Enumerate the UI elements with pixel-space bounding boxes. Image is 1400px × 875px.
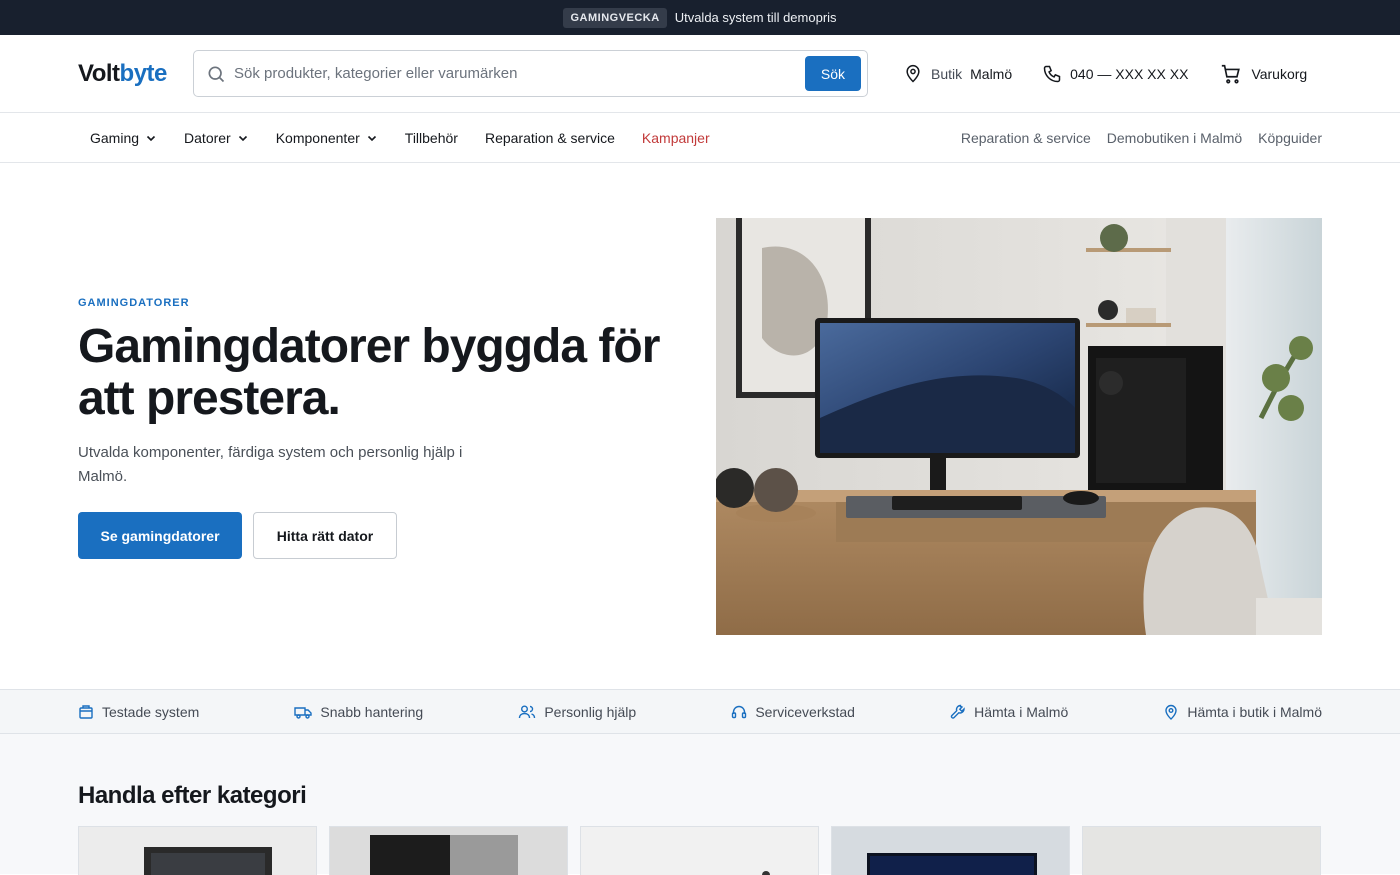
nav-item-label: Kampanjer [641, 129, 710, 146]
chevron-down-icon [146, 135, 156, 141]
category-card[interactable] [329, 826, 568, 875]
feature-label: Testade system [102, 703, 200, 720]
map-pin-icon [906, 64, 920, 83]
box-icon [79, 704, 93, 719]
site-header: Voltbyte Sök Butik Malmö 040 — XXX XX XX… [0, 35, 1400, 113]
feature-label: Personlig hjälp [544, 703, 637, 720]
hero-title: Gamingdatorer byggda för att prestera. [78, 320, 660, 425]
store-link[interactable]: Butik Malmö [903, 64, 1012, 84]
category-card[interactable] [78, 826, 317, 875]
nav-item-gaming[interactable]: Gaming [90, 130, 157, 146]
categories-section: Handla efter kategori [0, 734, 1400, 875]
feature-label: Hämta i butik i Malmö [1187, 703, 1322, 720]
nav-item-label: Reparation & service [484, 129, 615, 146]
nav-item-tillbehor[interactable]: Tillbehör [405, 130, 458, 146]
chevron-down-icon [367, 135, 376, 141]
nav-item-reparation[interactable]: Reparation & service [485, 130, 615, 146]
search-icon [208, 66, 225, 82]
nav-item-datorer[interactable]: Datorer [184, 130, 249, 146]
nav-item-label: Gaming [90, 129, 140, 146]
announcement-message[interactable]: Utvalda system till demopris [675, 10, 837, 25]
phone-number: 040 — XXX XX XX [1070, 65, 1189, 82]
feature-service-workshop: Serviceverkstad [731, 704, 855, 720]
search-input[interactable] [234, 65, 805, 82]
announcement-bar: GAMINGVECKA Utvalda system till demopris [0, 0, 1400, 35]
phone-icon [1043, 65, 1061, 82]
feature-personal-help: Personlig hjälp [518, 704, 636, 720]
search-bar: Sök [193, 50, 868, 97]
feature-pickup-store: Hämta i butik i Malmö [1163, 704, 1322, 720]
nav-link-demobutiken[interactable]: Demobutiken i Malmö [1107, 130, 1242, 146]
main-nav: Gaming Datorer Komponenter Tillbehör Rep… [0, 113, 1400, 163]
category-card[interactable] [831, 826, 1070, 875]
see-gaming-pcs-button[interactable]: Se gamingdatorer [78, 512, 242, 559]
logo[interactable]: Voltbyte [78, 60, 193, 88]
nav-link-reparation[interactable]: Reparation & service [961, 130, 1091, 146]
find-right-pc-button[interactable]: Hitta rätt dator [253, 512, 397, 559]
announcement-badge: GAMINGVECKA [563, 7, 667, 28]
hero-section: GAMINGDATORER Gamingdatorer byggda för a… [0, 163, 1400, 689]
store-city: Malmö [970, 65, 1013, 82]
cart-link[interactable]: Varukorg [1219, 63, 1307, 85]
cart-label: Varukorg [1251, 65, 1308, 82]
logo-text-accent: byte [119, 59, 168, 87]
category-card[interactable] [1082, 826, 1321, 875]
feature-label: Snabb hantering [320, 703, 424, 720]
features-strip: Testade system Snabb hantering Personlig… [0, 689, 1400, 734]
wrench-icon [950, 704, 965, 719]
nav-item-label: Tillbehör [404, 129, 458, 146]
phone-link[interactable]: 040 — XXX XX XX [1042, 64, 1188, 84]
nav-item-komponenter[interactable]: Komponenter [276, 130, 378, 146]
nav-item-kampanjer[interactable]: Kampanjer [642, 130, 710, 146]
hero-eyebrow: GAMINGDATORER [78, 297, 190, 309]
users-icon [519, 705, 536, 718]
category-cards [78, 826, 1321, 875]
nav-item-label: Datorer [184, 129, 231, 146]
feature-fast-handling: Snabb hantering [294, 704, 423, 720]
logo-text-primary: Volt [78, 59, 120, 87]
feature-pickup-malmo: Hämta i Malmö [950, 704, 1068, 720]
nav-link-kopguider[interactable]: Köpguider [1258, 130, 1322, 146]
map-pin-icon [1165, 704, 1178, 720]
feature-label: Serviceverkstad [755, 703, 855, 720]
feature-tested-systems: Testade system [78, 704, 199, 720]
truck-icon [294, 706, 313, 719]
hero-image [716, 218, 1322, 635]
headset-icon [732, 705, 747, 718]
hero-subtitle: Utvalda komponenter, färdiga system och … [78, 444, 463, 485]
nav-item-label: Komponenter [275, 129, 360, 146]
search-button[interactable]: Sök [804, 56, 861, 91]
store-label: Butik [931, 65, 963, 82]
cart-icon [1222, 64, 1241, 83]
category-card[interactable] [580, 826, 819, 875]
chevron-down-icon [238, 135, 247, 141]
categories-title: Handla efter kategori [78, 782, 307, 809]
feature-label: Hämta i Malmö [974, 703, 1069, 720]
